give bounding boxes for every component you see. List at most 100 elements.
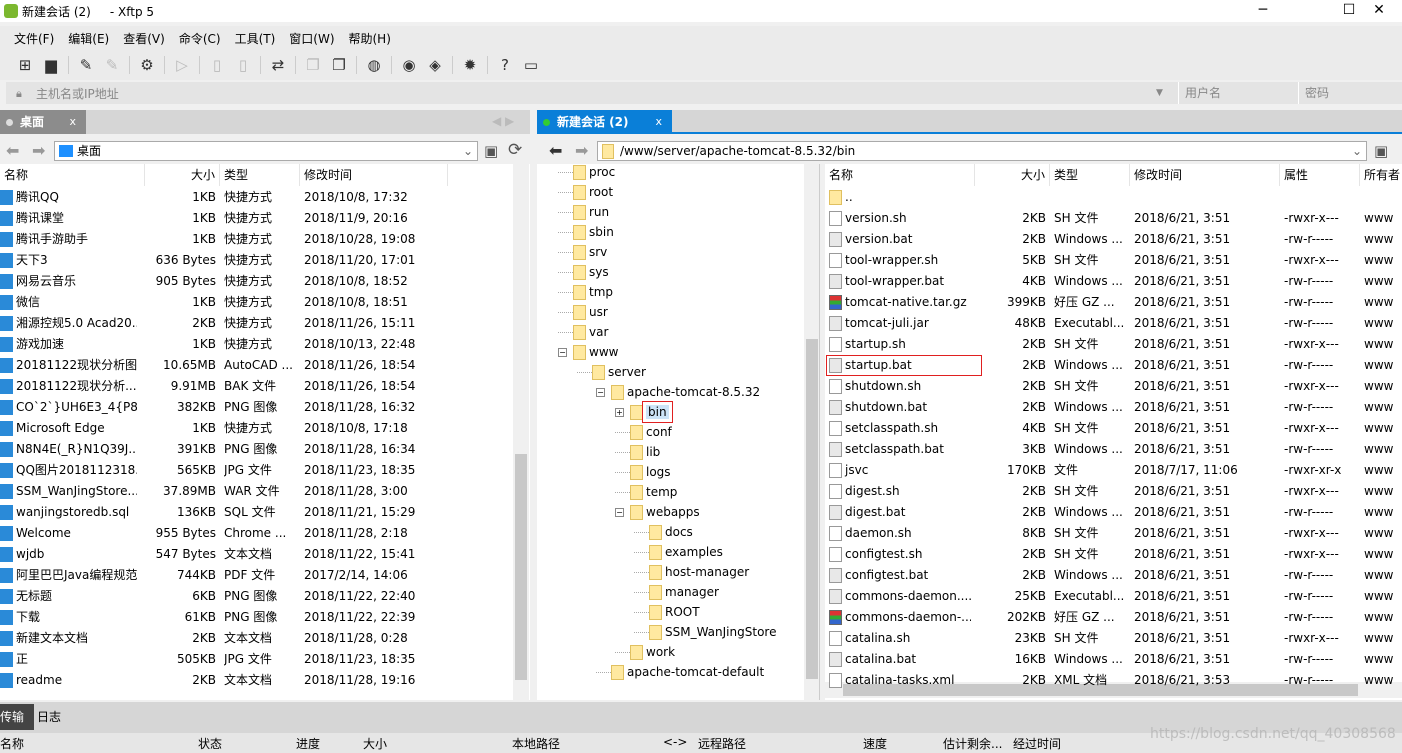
file-row[interactable]: configtest.bat 2KB Windows ... 2018/6/21, 3…: [825, 565, 1402, 586]
file-row[interactable]: 新建文本文档 2KB 文本文档 2018/11/28, 0:28: [0, 628, 513, 649]
column-header[interactable]: 类型: [1050, 164, 1130, 186]
menu-item[interactable]: 文件(F): [14, 30, 54, 47]
tree-item[interactable]: sys: [558, 262, 609, 282]
file-row[interactable]: 20181122现状分析... 9.91MB BAK 文件 2018/11/26, 1…: [0, 376, 513, 397]
file-row[interactable]: tool-wrapper.sh 5KB SH 文件 2018/6/21, 3:51 -r…: [825, 250, 1402, 271]
column-header[interactable]: 名称: [0, 164, 145, 186]
column-header[interactable]: 修改时间: [1130, 164, 1280, 186]
host-dropdown-icon[interactable]: ▼: [1156, 88, 1163, 98]
tree-item[interactable]: sbin: [558, 222, 614, 242]
file-row[interactable]: 湘源控规5.0 Acad20... 2KB 快捷方式 2018/11/26, 15:1…: [0, 313, 513, 334]
file-row[interactable]: shutdown.bat 2KB Windows ... 2018/6/21, 3:5…: [825, 397, 1402, 418]
globe-icon[interactable]: ◍: [365, 56, 383, 74]
file-row[interactable]: N8N4E(_R}N1Q39J... 391KB PNG 图像 2018/11/28,…: [0, 439, 513, 460]
menu-item[interactable]: 帮助(H): [349, 30, 391, 47]
tree-vertical-scrollbar[interactable]: [804, 164, 819, 700]
tree-item[interactable]: ROOT: [634, 602, 700, 622]
tree-item[interactable]: srv: [558, 242, 607, 262]
transfer-column-header[interactable]: 名称: [0, 735, 24, 752]
file-row[interactable]: setclasspath.sh 4KB SH 文件 2018/6/21, 3:51 -r…: [825, 418, 1402, 439]
menu-item[interactable]: 窗口(W): [289, 30, 334, 47]
tree-item[interactable]: conf: [615, 422, 672, 442]
file-row[interactable]: digest.bat 2KB Windows ... 2018/6/21, 3:51 -…: [825, 502, 1402, 523]
tree-item[interactable]: var: [558, 322, 608, 342]
tree-item[interactable]: − apache-tomcat-8.5.32: [596, 382, 760, 402]
tree-item[interactable]: proc: [558, 164, 615, 182]
menu-item[interactable]: 编辑(E): [68, 30, 109, 47]
file-row[interactable]: 下载 61KB PNG 图像 2018/11/22, 22:39: [0, 607, 513, 628]
file-row[interactable]: 20181122现状分析图 10.65MB AutoCAD ... 2018/11/2…: [0, 355, 513, 376]
tree-item[interactable]: apache-tomcat-default: [596, 662, 764, 682]
transfer-column-header[interactable]: 大小: [363, 735, 387, 752]
column-header[interactable]: 修改时间: [300, 164, 448, 186]
file-row[interactable]: tool-wrapper.bat 4KB Windows ... 2018/6/21,…: [825, 271, 1402, 292]
refresh-icon[interactable]: ⟳: [508, 140, 522, 160]
column-header[interactable]: 大小: [145, 164, 220, 186]
tree-item[interactable]: − webapps: [615, 502, 700, 522]
xftp-icon[interactable]: ◈: [426, 56, 444, 74]
properties-icon[interactable]: ⚙: [138, 56, 156, 74]
username-input[interactable]: 用户名: [1178, 82, 1296, 104]
file-row[interactable]: wanjingstoredb.sql 136KB SQL 文件 2018/11/21,…: [0, 502, 513, 523]
disconnect-icon[interactable]: ✎: [103, 56, 121, 74]
column-header[interactable]: 属性: [1280, 164, 1360, 186]
file-row[interactable]: 游戏加速 1KB 快捷方式 2018/10/13, 22:48: [0, 334, 513, 355]
file-row[interactable]: Welcome 955 Bytes Chrome ... 2018/11/28, 2:…: [0, 523, 513, 544]
file-row[interactable]: 正 505KB JPG 文件 2018/11/23, 18:35: [0, 649, 513, 670]
tree-item[interactable]: + bin: [615, 401, 673, 423]
file-row[interactable]: version.bat 2KB Windows ... 2018/6/21, 3:51…: [825, 229, 1402, 250]
expander-icon[interactable]: −: [615, 508, 624, 517]
feedback-icon[interactable]: ▭: [522, 56, 540, 74]
file-row[interactable]: startup.sh 2KB SH 文件 2018/6/21, 3:51 -rwxr-x…: [825, 334, 1402, 355]
transfer-column-header[interactable]: 进度: [296, 735, 320, 752]
file-row[interactable]: 网易云音乐 905 Bytes 快捷方式 2018/10/8, 18:52: [0, 271, 513, 292]
menu-item[interactable]: 查看(V): [123, 30, 165, 47]
tab-transfer[interactable]: 传输: [0, 704, 34, 730]
paste-file-icon[interactable]: ▯: [234, 56, 252, 74]
tree-item[interactable]: logs: [615, 462, 671, 482]
transfer-column-header[interactable]: 状态: [198, 735, 222, 752]
tab-session[interactable]: 新建会话 (2) x: [537, 110, 672, 134]
file-row[interactable]: version.sh 2KB SH 文件 2018/6/21, 3:51 -rwxr-x…: [825, 208, 1402, 229]
tree-item[interactable]: lib: [615, 442, 660, 462]
file-row[interactable]: CO`2`}UH6E3_4{P8{... 382KB PNG 图像 2018/11/2…: [0, 397, 513, 418]
tree-item[interactable]: host-manager: [634, 562, 749, 582]
file-row[interactable]: commons-daemon.... 25KB Executabl... 2018/6…: [825, 586, 1402, 607]
expander-icon[interactable]: −: [558, 348, 567, 357]
left-path-input[interactable]: 桌面 ⌄: [54, 141, 478, 161]
right-path-input[interactable]: /www/server/apache-tomcat-8.5.32/bin ⌄: [597, 141, 1367, 161]
transfer-column-header[interactable]: <->: [663, 735, 687, 749]
scroll-thumb[interactable]: [515, 454, 527, 680]
tree-item[interactable]: root: [558, 182, 613, 202]
tree-item[interactable]: examples: [634, 542, 723, 562]
close-tab-icon[interactable]: x: [655, 110, 662, 134]
column-header[interactable]: 大小: [975, 164, 1050, 186]
menu-item[interactable]: 工具(T): [235, 30, 276, 47]
transfer-column-header[interactable]: 经过时间: [1013, 735, 1061, 752]
transfer-column-header[interactable]: 速度: [863, 735, 887, 752]
copy-icon[interactable]: ❐: [304, 56, 322, 74]
tree-item[interactable]: temp: [615, 482, 677, 502]
file-row[interactable]: 腾讯手游助手 1KB 快捷方式 2018/10/28, 19:08: [0, 229, 513, 250]
file-row[interactable]: configtest.sh 2KB SH 文件 2018/6/21, 3:51 -rwx…: [825, 544, 1402, 565]
close-button[interactable]: ✕: [1356, 0, 1402, 22]
play-icon[interactable]: ▷: [173, 56, 191, 74]
column-header[interactable]: 名称: [825, 164, 975, 186]
file-row[interactable]: SSM_WanJingStore.... 37.89MB WAR 文件 2018/11…: [0, 481, 513, 502]
file-row[interactable]: 微信 1KB 快捷方式 2018/10/8, 18:51: [0, 292, 513, 313]
file-row[interactable]: tomcat-juli.jar 48KB Executabl... 2018/6/21…: [825, 313, 1402, 334]
password-input[interactable]: 密码: [1298, 82, 1402, 104]
file-row[interactable]: QQ图片2018112318... 565KB JPG 文件 2018/11/23, …: [0, 460, 513, 481]
new-session-icon[interactable]: ⊞: [16, 56, 34, 74]
settings-icon[interactable]: ✹: [461, 56, 479, 74]
file-row[interactable]: wjdb 547 Bytes 文本文档 2018/11/22, 15:41: [0, 544, 513, 565]
close-tab-icon[interactable]: x: [69, 110, 76, 134]
back-icon[interactable]: ⬅: [549, 141, 562, 160]
left-vertical-scrollbar[interactable]: [513, 164, 529, 700]
expander-icon[interactable]: +: [615, 408, 624, 417]
tree-item[interactable]: tmp: [558, 282, 613, 302]
scroll-thumb[interactable]: [806, 339, 818, 679]
file-row[interactable]: catalina.bat 16KB Windows ... 2018/6/21, 3:…: [825, 649, 1402, 670]
tree-item[interactable]: run: [558, 202, 609, 222]
file-row[interactable]: 无标题 6KB PNG 图像 2018/11/22, 22:40: [0, 586, 513, 607]
